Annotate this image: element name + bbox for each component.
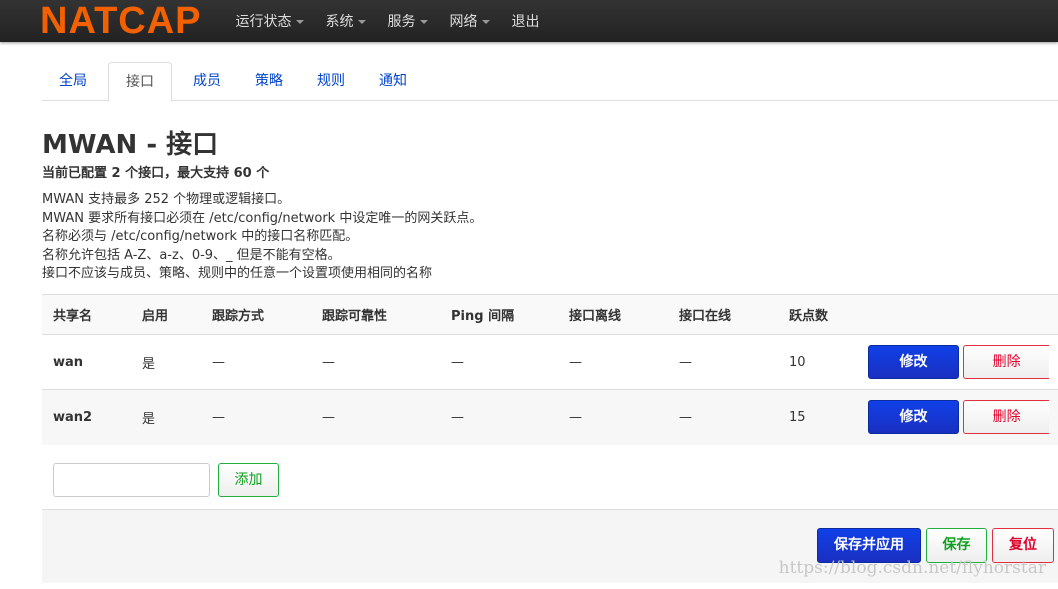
table-row: wan2 是 — — — — — 15 修改 删除 [42, 389, 1058, 445]
cell: — [558, 389, 668, 445]
tab-bar: 全局 接口 成员 策略 规则 通知 [42, 62, 1058, 102]
add-button[interactable]: 添加 [218, 463, 279, 497]
tab-rules[interactable]: 规则 [300, 62, 362, 100]
cell-enabled: 是 [131, 389, 201, 445]
menu-network[interactable]: 网络 [450, 11, 490, 31]
cell: — [558, 334, 668, 390]
new-interface-input[interactable] [53, 463, 210, 497]
delete-button[interactable]: 删除 [963, 400, 1050, 435]
column-header: Ping 间隔 [440, 294, 558, 335]
column-header: 跟踪方式 [201, 294, 311, 335]
caret-down-icon [419, 20, 428, 24]
page-title: MWAN - 接口 [42, 130, 219, 160]
cell-enabled: 是 [131, 334, 201, 390]
cell-actions: 修改 删除 [868, 389, 1058, 445]
menu-label: 系统 [325, 14, 354, 30]
menu-label: 网络 [449, 14, 478, 30]
tab-interfaces[interactable]: 接口 [108, 62, 172, 102]
column-header: 共享名 [42, 294, 131, 335]
cell-metric: 15 [778, 389, 868, 445]
watermark: https://blog.csdn.net/flyhorstar [778, 558, 1046, 578]
table-row: wan 是 — — — — — 10 修改 删除 [42, 334, 1058, 390]
menu-services[interactable]: 服务 [388, 11, 428, 31]
natcap-logo[interactable]: NATCAP [40, 0, 202, 42]
add-interface-row: 添加 [53, 463, 279, 497]
cell: — [440, 334, 558, 390]
tab-members[interactable]: 成员 [176, 62, 238, 100]
edit-button[interactable]: 修改 [868, 400, 959, 435]
menu-label: 服务 [387, 14, 416, 30]
column-header: 接口离线 [558, 294, 668, 335]
menu-label: 运行状态 [235, 14, 292, 30]
cell-name: wan [42, 334, 131, 390]
cell: — [440, 389, 558, 445]
menu-status[interactable]: 运行状态 [236, 11, 304, 31]
menu-system[interactable]: 系统 [326, 11, 366, 31]
top-navbar: NATCAP 运行状态 系统 服务 网络 退出 [0, 0, 1058, 42]
description: MWAN 支持最多 252 个物理或逻辑接口。 MWAN 要求所有接口必须在 /… [42, 191, 482, 284]
description-line: MWAN 要求所有接口必须在 /etc/config/network 中设定唯一… [42, 210, 483, 226]
cell: — [668, 389, 778, 445]
cell: — [311, 334, 440, 390]
description-line: 名称允许包括 A-Z、a-z、0-9、_ 但是不能有空格。 [42, 247, 341, 263]
tab-global[interactable]: 全局 [42, 62, 104, 100]
table-header: 共享名 启用 跟踪方式 跟踪可靠性 Ping 间隔 接口离线 接口在线 跃点数 [42, 294, 1058, 335]
description-line: 接口不应该与成员、策略、规则中的任意一个设置项使用相同的名称 [42, 266, 433, 281]
cell-actions: 修改 删除 [868, 334, 1058, 390]
cell-metric: 10 [778, 334, 868, 390]
caret-down-icon [481, 20, 490, 24]
tab-notify[interactable]: 通知 [362, 62, 424, 100]
cell: — [668, 334, 778, 390]
interfaces-table: 共享名 启用 跟踪方式 跟踪可靠性 Ping 间隔 接口离线 接口在线 跃点数 … [42, 294, 1058, 445]
cell: — [311, 389, 440, 445]
description-line: MWAN 支持最多 252 个物理或逻辑接口。 [42, 192, 291, 207]
caret-down-icon [295, 20, 304, 24]
tab-policies[interactable]: 策略 [238, 62, 300, 100]
edit-button[interactable]: 修改 [868, 345, 959, 379]
page-subtitle: 当前已配置 2 个接口，最大支持 60 个 [42, 166, 270, 181]
menu-logout[interactable]: 退出 [512, 11, 540, 31]
delete-button[interactable]: 删除 [963, 345, 1050, 379]
cell: — [201, 334, 311, 390]
column-header: 启用 [131, 294, 201, 335]
column-header-actions [868, 294, 1058, 335]
cell-name: wan2 [42, 389, 131, 445]
description-line: 名称必须与 /etc/config/network 中的接口名称匹配。 [42, 229, 359, 244]
cell: — [201, 389, 311, 445]
column-header: 接口在线 [668, 294, 778, 335]
caret-down-icon [357, 20, 366, 24]
column-header: 跃点数 [778, 294, 868, 335]
column-header: 跟踪可靠性 [311, 294, 440, 335]
